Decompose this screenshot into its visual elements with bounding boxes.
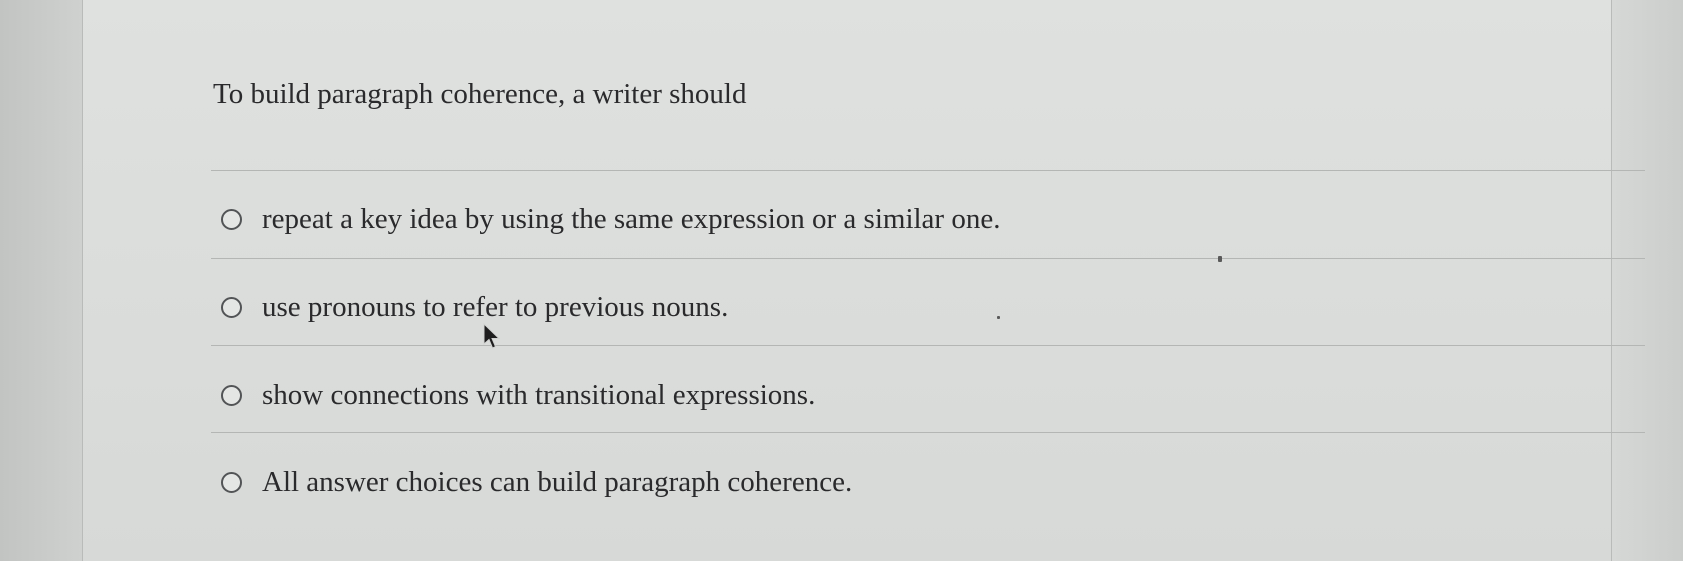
divider — [211, 432, 1645, 433]
screen-speck — [1218, 256, 1222, 262]
radio-button-icon[interactable] — [221, 384, 242, 406]
answer-option-2[interactable]: use pronouns to refer to previous nouns. — [221, 290, 728, 324]
answer-option-1[interactable]: repeat a key idea by using the same expr… — [221, 202, 1000, 236]
screen-speck — [997, 316, 1000, 319]
answer-option-4[interactable]: All answer choices can build paragraph c… — [221, 465, 852, 499]
mouse-pointer-icon — [483, 323, 501, 349]
question-panel: To build paragraph coherence, a writer s… — [82, 0, 1645, 561]
right-margin — [1612, 0, 1683, 561]
radio-button-icon[interactable] — [221, 208, 242, 230]
option-label: All answer choices can build paragraph c… — [262, 465, 853, 498]
left-margin — [0, 0, 82, 561]
option-label: use pronouns to refer to previous nouns. — [262, 290, 729, 323]
answer-option-3[interactable]: show connections with transitional expre… — [221, 378, 815, 412]
divider — [211, 258, 1645, 259]
option-label: show connections with transitional expre… — [262, 378, 816, 411]
option-label: repeat a key idea by using the same expr… — [262, 202, 1001, 235]
divider — [211, 170, 1645, 171]
radio-button-icon[interactable] — [221, 296, 242, 318]
question-stem: To build paragraph coherence, a writer s… — [213, 78, 747, 110]
divider — [211, 345, 1645, 346]
radio-button-icon[interactable] — [221, 471, 242, 493]
